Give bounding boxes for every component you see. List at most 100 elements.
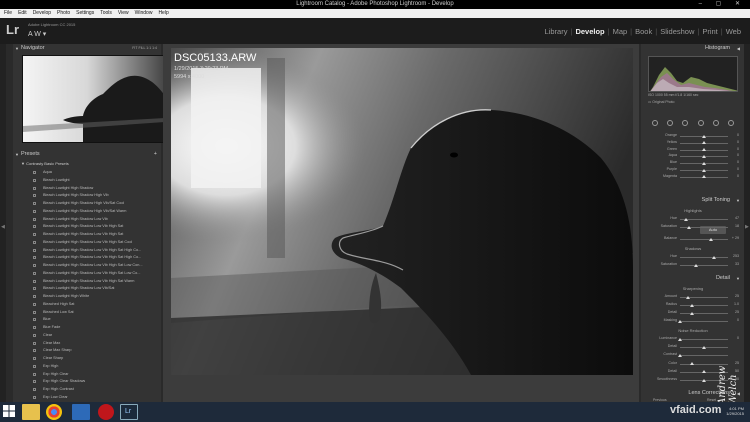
menu-window[interactable]: Window bbox=[135, 10, 153, 16]
slider-knob[interactable] bbox=[693, 263, 698, 267]
navigator-header[interactable]: ▼ Navigator FIT FILL 1:1 1:4 bbox=[13, 44, 161, 53]
slider-knob[interactable] bbox=[678, 353, 682, 357]
menu-file[interactable]: File bbox=[4, 10, 12, 16]
preset-item[interactable]: Clear Sharp bbox=[13, 355, 161, 363]
preset-item[interactable]: Blue bbox=[13, 316, 161, 324]
preset-item[interactable]: Exp High Clear bbox=[13, 371, 161, 379]
main-photo[interactable] bbox=[171, 48, 633, 375]
slider-knob[interactable] bbox=[686, 295, 691, 299]
slider-knob[interactable] bbox=[702, 175, 706, 179]
preset-item[interactable]: Bleach Lowlight High Shadow High Vib bbox=[13, 192, 161, 200]
slider-value[interactable]: 1.0 bbox=[734, 302, 739, 306]
module-print[interactable]: Print bbox=[699, 27, 720, 36]
slider-value[interactable]: 0 bbox=[737, 336, 739, 340]
slider-row[interactable]: Saturation 33 bbox=[647, 262, 739, 269]
slider-row[interactable]: Masking 0 bbox=[647, 318, 739, 325]
slider-track[interactable] bbox=[680, 265, 728, 266]
red-eye-icon[interactable] bbox=[682, 120, 689, 126]
preset-item[interactable]: Bleach Lowlight High Shadow bbox=[13, 185, 161, 193]
slider-track[interactable] bbox=[680, 313, 728, 314]
file-explorer-icon[interactable] bbox=[22, 404, 40, 420]
histogram[interactable] bbox=[648, 56, 738, 92]
module-slideshow[interactable]: Slideshow bbox=[657, 27, 697, 36]
crop-tool-icon[interactable] bbox=[651, 120, 658, 126]
slider-knob[interactable] bbox=[702, 168, 706, 172]
adobe-app-icon[interactable] bbox=[98, 404, 114, 420]
slider-value[interactable]: 18 bbox=[735, 224, 739, 228]
slider-value[interactable]: 47 bbox=[735, 216, 739, 220]
slider-knob[interactable] bbox=[702, 154, 706, 158]
left-panel-toggle[interactable]: ◀ bbox=[0, 44, 6, 402]
slider-value[interactable]: 0 bbox=[737, 160, 739, 164]
window-controls[interactable]: ‒ ▢ ✕ bbox=[699, 0, 746, 9]
preset-item[interactable]: Bleach Lowlight High Shadow Low Vib/Sat bbox=[13, 285, 161, 293]
preset-item[interactable]: Bleached High Sat bbox=[13, 301, 161, 309]
slider-knob[interactable] bbox=[690, 362, 694, 366]
slider-knob[interactable] bbox=[702, 370, 706, 374]
navigator-zoom-options[interactable]: FIT FILL 1:1 1:4 bbox=[132, 44, 157, 53]
slider-knob[interactable] bbox=[708, 237, 713, 241]
internet-explorer-icon[interactable] bbox=[72, 404, 90, 420]
slider-row[interactable]: Magenta 0 bbox=[647, 174, 739, 181]
windows-start-icon[interactable] bbox=[3, 405, 15, 417]
slider-knob[interactable] bbox=[678, 337, 682, 341]
menu-view[interactable]: View bbox=[118, 10, 129, 16]
module-book[interactable]: Book bbox=[632, 27, 655, 36]
balance-slider[interactable]: Balance + 29 bbox=[647, 236, 739, 243]
slider-track[interactable] bbox=[680, 257, 728, 258]
slider-value[interactable]: 50 bbox=[735, 369, 739, 373]
slider-knob[interactable] bbox=[702, 161, 706, 165]
slider-row[interactable]: Saturation 18 bbox=[647, 224, 739, 231]
slider-knob[interactable] bbox=[684, 217, 689, 221]
menu-help[interactable]: Help bbox=[158, 10, 168, 16]
preset-item[interactable]: Exp High Contrast bbox=[13, 386, 161, 394]
preset-item[interactable]: Bleach Lowlight bbox=[13, 177, 161, 185]
slider-row[interactable]: Aqua 0 bbox=[647, 153, 739, 160]
preset-item[interactable]: Clear bbox=[13, 332, 161, 340]
preset-folder[interactable]: ▼ Contrasty Basic Presets bbox=[21, 161, 69, 166]
menu-photo[interactable]: Photo bbox=[57, 10, 70, 16]
slider-knob[interactable] bbox=[690, 303, 694, 307]
chrome-icon[interactable] bbox=[46, 404, 62, 420]
slider-track[interactable] bbox=[680, 239, 728, 240]
preset-item[interactable]: Bleach Lowlight High Shadow Low Vib High… bbox=[13, 254, 161, 262]
slider-value[interactable]: 0 bbox=[737, 318, 739, 322]
preset-item[interactable]: Bleach Lowlight High Shadow Low Vib bbox=[13, 216, 161, 224]
module-web[interactable]: Web bbox=[723, 27, 744, 36]
presets-header[interactable]: ▼ Presets + bbox=[13, 150, 161, 159]
preset-item[interactable]: Aqua bbox=[13, 169, 161, 177]
slider-value[interactable]: 0 bbox=[737, 147, 739, 151]
preset-item[interactable]: Bleach Lowlight High Shadow Low Vib High… bbox=[13, 270, 161, 278]
preset-item[interactable]: Bleach Lowlight High Shadow Low Vib High… bbox=[13, 278, 161, 286]
slider-value[interactable]: 0 bbox=[737, 133, 739, 137]
slider-value[interactable]: 0 bbox=[737, 174, 739, 178]
slider-row[interactable]: Purple 0 bbox=[647, 167, 739, 174]
navigator-thumbnail[interactable] bbox=[22, 55, 164, 143]
slider-track[interactable] bbox=[680, 321, 728, 322]
slider-value[interactable]: 253 bbox=[733, 254, 739, 258]
slider-knob[interactable] bbox=[702, 148, 706, 152]
system-clock[interactable]: 4:01 PM 1/29/2015 bbox=[726, 406, 744, 416]
menu-develop[interactable]: Develop bbox=[33, 10, 51, 16]
slider-value[interactable]: 25 bbox=[735, 294, 739, 298]
slider-row[interactable]: Orange 0 bbox=[647, 133, 739, 140]
module-map[interactable]: Map bbox=[610, 27, 631, 36]
radial-filter-icon[interactable] bbox=[712, 120, 719, 126]
slider-knob[interactable] bbox=[711, 255, 716, 259]
preset-item[interactable]: Bleach Lowlight High Shadow Low Vib High… bbox=[13, 239, 161, 247]
right-panel-toggle[interactable]: ▶ bbox=[744, 44, 750, 402]
slider-value[interactable]: 0 bbox=[737, 167, 739, 171]
slider-knob[interactable] bbox=[702, 134, 706, 138]
slider-row[interactable]: Hue 253 bbox=[647, 254, 739, 261]
slider-knob[interactable] bbox=[702, 141, 706, 145]
adjustment-brush-icon[interactable] bbox=[728, 120, 735, 126]
menu-tools[interactable]: Tools bbox=[100, 10, 112, 16]
split-toning-header[interactable]: Split Toning ▼ bbox=[641, 196, 744, 205]
detail-header[interactable]: Detail ▼ bbox=[641, 274, 744, 283]
lightroom-taskbar-icon[interactable]: Lr bbox=[120, 404, 138, 420]
preset-item[interactable]: Bleach Lowlight High Shadow Low Vib High… bbox=[13, 262, 161, 270]
slider-row[interactable]: Green 0 bbox=[647, 147, 739, 154]
slider-track[interactable] bbox=[680, 305, 728, 306]
slider-knob[interactable] bbox=[686, 225, 691, 229]
slider-row[interactable]: Blue 0 bbox=[647, 160, 739, 167]
